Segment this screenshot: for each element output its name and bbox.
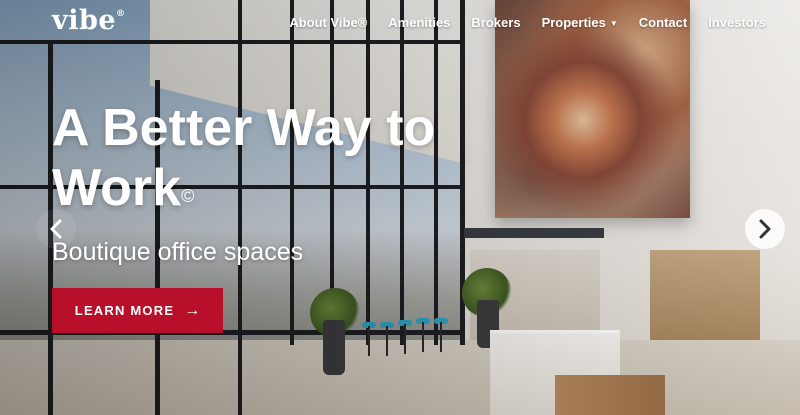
nav-item-label: Properties <box>541 15 606 30</box>
carousel-next-button[interactable] <box>745 209 785 249</box>
hero-headline: A Better Way to Work© <box>52 98 492 218</box>
nav-item-label: Investors <box>708 15 766 30</box>
nav-item-label: Contact <box>638 15 688 30</box>
nav-item-contact[interactable]: Contact <box>639 15 687 30</box>
copyright-mark: © <box>181 186 195 206</box>
chevron-left-icon <box>50 219 62 239</box>
nav-item-brokers[interactable]: Brokers <box>471 15 520 30</box>
nav-item-label: Brokers <box>471 15 521 30</box>
nav-item-label: About Vibe® <box>289 15 368 30</box>
nav-item-amenities[interactable]: Amenities <box>388 15 450 30</box>
logo-text: vibe <box>52 5 117 36</box>
hero-headline-text: A Better Way to Work <box>52 99 436 217</box>
chevron-right-icon <box>759 219 771 239</box>
nav-item-label: Amenities <box>388 15 451 30</box>
carousel-prev-button[interactable] <box>36 209 76 249</box>
hero-subheadline: Boutique office spaces <box>52 238 304 266</box>
vibe-logo[interactable]: vibe® <box>52 5 126 36</box>
hero-section: vibe® About Vibe® Amenities Brokers Prop… <box>0 0 800 415</box>
learn-more-label: LEARN MORE <box>74 303 175 318</box>
nav-item-about-vibe[interactable]: About Vibe® <box>289 15 367 30</box>
nav-item-properties[interactable]: Properties ▼ <box>542 15 618 30</box>
registered-mark: ® <box>116 9 126 19</box>
arrow-right-icon: → <box>184 301 201 319</box>
chevron-down-icon: ▼ <box>609 19 618 28</box>
learn-more-button[interactable]: LEARN MORE → <box>52 288 223 333</box>
main-nav: About Vibe® Amenities Brokers Properties… <box>289 15 766 30</box>
nav-item-investors[interactable]: Investors <box>708 15 766 30</box>
